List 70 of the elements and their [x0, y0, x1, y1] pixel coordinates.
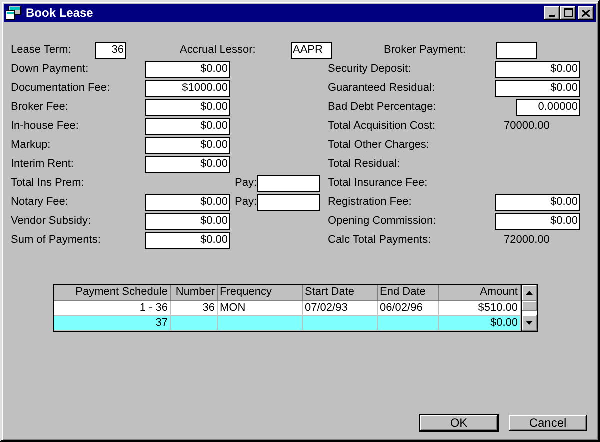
scrollbar[interactable] — [522, 284, 538, 332]
close-button[interactable] — [578, 6, 594, 20]
field-label: Notary Fee: — [11, 195, 70, 210]
field-label: Total Residual: — [328, 157, 402, 172]
input-field[interactable] — [257, 175, 320, 192]
column-header[interactable]: Frequency — [218, 285, 303, 301]
input-field[interactable] — [257, 194, 320, 211]
field-label: Documentation Fee: — [11, 81, 112, 96]
field-label: Calc Total Payments: — [328, 233, 432, 248]
column-header[interactable]: Payment Schedule — [54, 285, 171, 301]
field-label: Sum of Payments: — [11, 233, 102, 248]
field-label: Markup: — [11, 138, 52, 153]
field-label: Pay: — [234, 176, 257, 191]
field-label: Total Other Charges: — [328, 138, 430, 153]
input-field[interactable]: $0.00 — [145, 232, 230, 249]
field-label: Interim Rent: — [11, 157, 75, 172]
input-field[interactable]: $0.00 — [495, 213, 580, 230]
input-field[interactable]: $0.00 — [145, 213, 230, 230]
input-field[interactable]: $0.00 — [145, 137, 230, 154]
maximize-button[interactable] — [560, 6, 576, 20]
field-label: Total Insurance Fee: — [328, 176, 429, 191]
input-field[interactable]: $1000.00 — [145, 80, 230, 97]
input-field[interactable]: $0.00 — [495, 80, 580, 97]
table-cell[interactable]: $0.00 — [439, 316, 521, 331]
field-label: Security Deposit: — [328, 62, 412, 77]
table-cell[interactable]: 37 — [54, 316, 171, 331]
field-label: Down Payment: — [11, 62, 90, 77]
field-label: Guaranteed Residual: — [328, 81, 436, 96]
minimize-button[interactable] — [544, 6, 560, 20]
field-label: Pay: — [234, 195, 257, 210]
field-label: In-house Fee: — [11, 119, 80, 134]
scroll-up-icon[interactable] — [526, 291, 533, 295]
field-label: Lease Term: — [11, 43, 72, 58]
cancel-button[interactable]: Cancel — [509, 415, 587, 431]
field-label: Accrual Lessor: — [180, 43, 257, 58]
window-icon — [6, 6, 22, 20]
column-header[interactable]: Number — [171, 285, 218, 301]
table-cell[interactable] — [378, 316, 439, 331]
input-field[interactable]: $0.00 — [145, 118, 230, 135]
column-header[interactable]: End Date — [378, 285, 439, 301]
close-icon — [582, 10, 590, 16]
field-label: Total Acquisition Cost: — [328, 119, 437, 134]
field-label: Broker Payment: — [384, 43, 467, 58]
input-field[interactable]: $0.00 — [145, 156, 230, 173]
input-field[interactable] — [496, 42, 537, 59]
value-text: 70000.00 — [503, 119, 550, 134]
input-field[interactable]: $0.00 — [145, 61, 230, 78]
scroll-down-icon[interactable] — [526, 321, 533, 325]
field-label: Registration Fee: — [328, 195, 413, 210]
input-field[interactable]: AAPR — [291, 42, 332, 59]
input-field[interactable]: $0.00 — [495, 61, 580, 78]
window-title: Book Lease — [26, 6, 94, 20]
input-field[interactable]: $0.00 — [145, 99, 230, 116]
table-cell[interactable] — [218, 316, 303, 331]
input-field[interactable]: $0.00 — [495, 194, 580, 211]
field-label: Bad Debt Percentage: — [328, 100, 438, 115]
ok-button[interactable]: OK — [420, 415, 498, 431]
field-label: Opening Commission: — [328, 214, 438, 229]
column-header[interactable]: Amount — [439, 285, 521, 301]
input-field[interactable]: 0.00000 — [516, 99, 580, 116]
input-field[interactable]: 36 — [95, 42, 126, 59]
field-label: Total Ins Prem: — [11, 176, 86, 191]
column-header[interactable]: Start Date — [303, 285, 378, 301]
field-label: Vendor Subsidy: — [11, 214, 92, 229]
maximize-icon — [564, 8, 572, 17]
value-text: 72000.00 — [503, 233, 550, 248]
field-label: Broker Fee: — [11, 100, 70, 115]
table-cell[interactable] — [171, 316, 218, 331]
table-cell[interactable] — [303, 316, 378, 331]
input-field[interactable]: $0.00 — [145, 194, 230, 211]
